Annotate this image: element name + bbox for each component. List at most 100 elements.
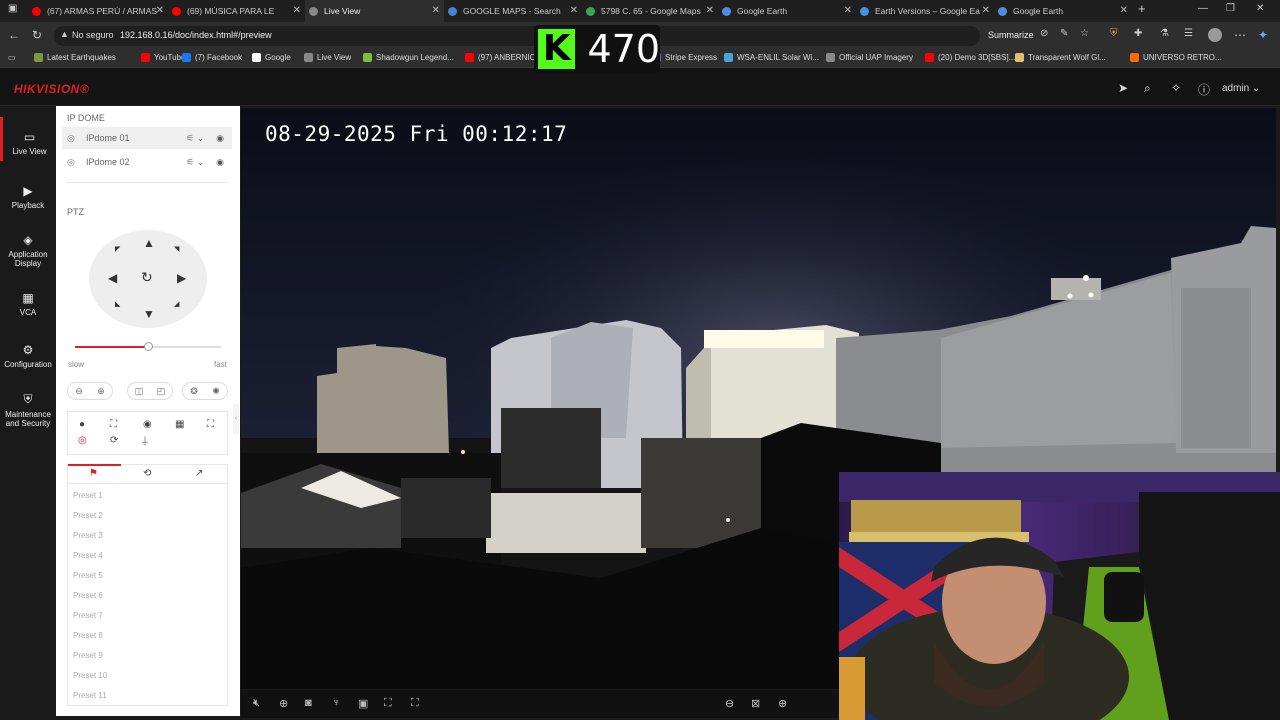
url-text[interactable]: 192.168.0.16/doc/index.html#/preview: [120, 30, 272, 40]
bookmark-item[interactable]: (20) Demo 3D[SBS]...: [925, 53, 1015, 62]
preset-item[interactable]: Preset 5: [73, 571, 103, 580]
close-window-icon[interactable]: ✕: [1256, 3, 1264, 14]
bookmark-item[interactable]: Stripe Express: [652, 53, 717, 62]
browser-tab[interactable]: GOOGLE MAPS - Search ✕: [444, 0, 582, 22]
ptz-up-right-icon[interactable]: ◥: [174, 245, 179, 253]
next-window-icon[interactable]: ⊕: [778, 697, 787, 710]
maximize-icon[interactable]: ❐: [1226, 3, 1235, 14]
close-tab-icon[interactable]: ✕: [432, 5, 440, 16]
info-icon[interactable]: ⓘ: [1198, 81, 1210, 98]
new-tab-icon[interactable]: +: [1138, 1, 1146, 16]
aux-focus-icon[interactable]: ◉: [143, 419, 152, 430]
bookmark-manager-icon[interactable]: ▭: [8, 53, 16, 62]
ptz-left-icon[interactable]: ◀: [108, 271, 117, 285]
browser-tab[interactable]: Earth Versions – Google Ea ✕: [856, 0, 994, 22]
stop-all-icon[interactable]: ⊠: [751, 697, 760, 710]
nav-item[interactable]: ⛨ Maintenance and Security: [0, 392, 56, 428]
preset-item[interactable]: Preset 7: [73, 611, 103, 620]
bookmark-item[interactable]: YouTube: [141, 53, 185, 62]
tab-patrol-icon[interactable]: ⟲: [143, 468, 151, 479]
browser-tab[interactable]: (69) MÚSICA PARA LE ✕: [168, 0, 305, 22]
favorites-icon[interactable]: ☰: [1184, 28, 1193, 39]
close-tab-icon[interactable]: ✕: [570, 5, 578, 16]
ptz-down-right-icon[interactable]: ◢: [174, 300, 179, 308]
user-menu[interactable]: admin ⌄: [1222, 83, 1260, 94]
digital-zoom-icon[interactable]: ⊕: [279, 697, 288, 710]
layout-icon[interactable]: ▦: [175, 419, 184, 430]
bookmark-item[interactable]: Shadowgun Legend...: [363, 53, 454, 62]
preset-item[interactable]: Preset 3: [73, 531, 103, 540]
speed-slider-handle[interactable]: [144, 342, 153, 351]
bookmark-item[interactable]: UNIVERSO RETRO...: [1130, 53, 1222, 62]
preset-item[interactable]: Preset 9: [73, 651, 103, 660]
minimize-icon[interactable]: —: [1198, 3, 1208, 14]
speed-slider[interactable]: [75, 342, 221, 351]
browser-tab[interactable]: Live View ✕: [305, 0, 444, 22]
nav-item[interactable]: ▭ Live View: [0, 117, 56, 161]
fullscreen-frame-icon[interactable]: ⛶: [411, 697, 419, 710]
back-icon[interactable]: ←: [8, 28, 20, 42]
close-tab-icon[interactable]: ✕: [1120, 5, 1128, 16]
iris-open-icon[interactable]: ❂: [190, 386, 198, 397]
url-box[interactable]: ▲ No seguro 192.168.0.16/doc/index.html#…: [54, 26, 1034, 46]
bookmark-item[interactable]: Latest Earthquakes: [34, 53, 116, 62]
park-icon[interactable]: ⟳: [110, 435, 118, 446]
mute-icon[interactable]: 🔇︎: [253, 697, 260, 710]
nav-item[interactable]: ⚙ Configuration: [0, 343, 56, 369]
collapse-panel-icon[interactable]: ‹: [233, 404, 239, 434]
focus-frame-icon[interactable]: ⛶: [110, 419, 117, 430]
close-tab-icon[interactable]: ✕: [844, 5, 852, 16]
close-tab-icon[interactable]: ✕: [156, 5, 164, 16]
ptz-auto-icon[interactable]: ↻: [141, 269, 153, 286]
lab-icon[interactable]: ⚗: [1160, 28, 1169, 39]
preset-item[interactable]: Preset 6: [73, 591, 103, 600]
record-icon[interactable]: ▣: [358, 697, 368, 710]
microphone-icon[interactable]: ♆: [332, 697, 340, 709]
tab-pattern-icon[interactable]: ↗: [195, 468, 203, 479]
bookmark-item[interactable]: Transparent Wolf Gl...: [1015, 53, 1106, 62]
tab-presets-flag-icon[interactable]: ⚑: [89, 468, 98, 479]
nav-item[interactable]: ▦ VCA: [0, 291, 56, 317]
summarize-button[interactable]: Summarize: [988, 30, 1034, 40]
ptz-up-left-icon[interactable]: ◤: [115, 245, 120, 253]
browser-tab[interactable]: 5798 C. 65 - Google Maps ✕: [582, 0, 718, 22]
bookmark-item[interactable]: Live View: [304, 53, 351, 62]
bookmark-item[interactable]: Google: [252, 53, 291, 62]
prev-window-icon[interactable]: ⊖: [725, 697, 734, 710]
close-tab-icon[interactable]: ✕: [982, 5, 990, 16]
bookmark-item[interactable]: Official UAP Imagery: [826, 53, 913, 62]
menu-icon[interactable]: ⛶: [207, 419, 214, 430]
bookmark-item[interactable]: WSA-ENLIL Solar Wi...: [724, 53, 819, 62]
profile-avatar[interactable]: [1208, 28, 1222, 42]
nav-item[interactable]: ◈ Application Display: [0, 233, 56, 268]
star-icon[interactable]: ☆: [1080, 28, 1089, 39]
reload-icon[interactable]: ↻: [32, 28, 42, 42]
record-status-icon[interactable]: ◉: [216, 133, 224, 144]
focus-near-icon[interactable]: ◫: [135, 386, 144, 397]
ptz-up-icon[interactable]: ▲: [143, 236, 155, 250]
capture-icon[interactable]: ◙: [305, 697, 312, 709]
bookmark-item[interactable]: (97) ANBERNIC: [465, 53, 535, 62]
lens-init-icon[interactable]: ◎: [78, 435, 87, 446]
3d-position-icon[interactable]: ⛶: [384, 697, 392, 710]
stream-select-icon[interactable]: ⚟ ⌄: [186, 133, 204, 144]
extensions-icon[interactable]: ✚: [1134, 28, 1142, 39]
preset-item[interactable]: Preset 8: [73, 631, 103, 640]
zoom-out-icon[interactable]: ⊖: [75, 386, 83, 397]
wiper-icon[interactable]: ⍊: [142, 435, 148, 446]
browser-tab[interactable]: Google Earth ✕: [718, 0, 856, 22]
more-icon[interactable]: ⋯: [1234, 28, 1246, 42]
preset-item[interactable]: Preset 4: [73, 551, 103, 560]
ptz-down-left-icon[interactable]: ◣: [115, 300, 120, 308]
zoom-in-icon[interactable]: ⊕: [97, 386, 105, 397]
close-tab-icon[interactable]: ✕: [706, 5, 714, 16]
light-icon[interactable]: ●: [79, 419, 85, 430]
puzzle-icon[interactable]: ✧: [1171, 81, 1181, 95]
send-icon[interactable]: ➤: [1118, 81, 1128, 95]
bookmark-item[interactable]: (7) Facebook: [182, 53, 242, 62]
device-item[interactable]: ◎ IPdome 01 ⚟ ⌄ ◉: [62, 127, 232, 149]
shield-icon[interactable]: ⛨: [1110, 28, 1118, 39]
ptz-right-icon[interactable]: ▶: [177, 271, 186, 285]
close-tab-icon[interactable]: ✕: [293, 5, 301, 16]
copilot-icon[interactable]: ✦: [1258, 28, 1268, 42]
